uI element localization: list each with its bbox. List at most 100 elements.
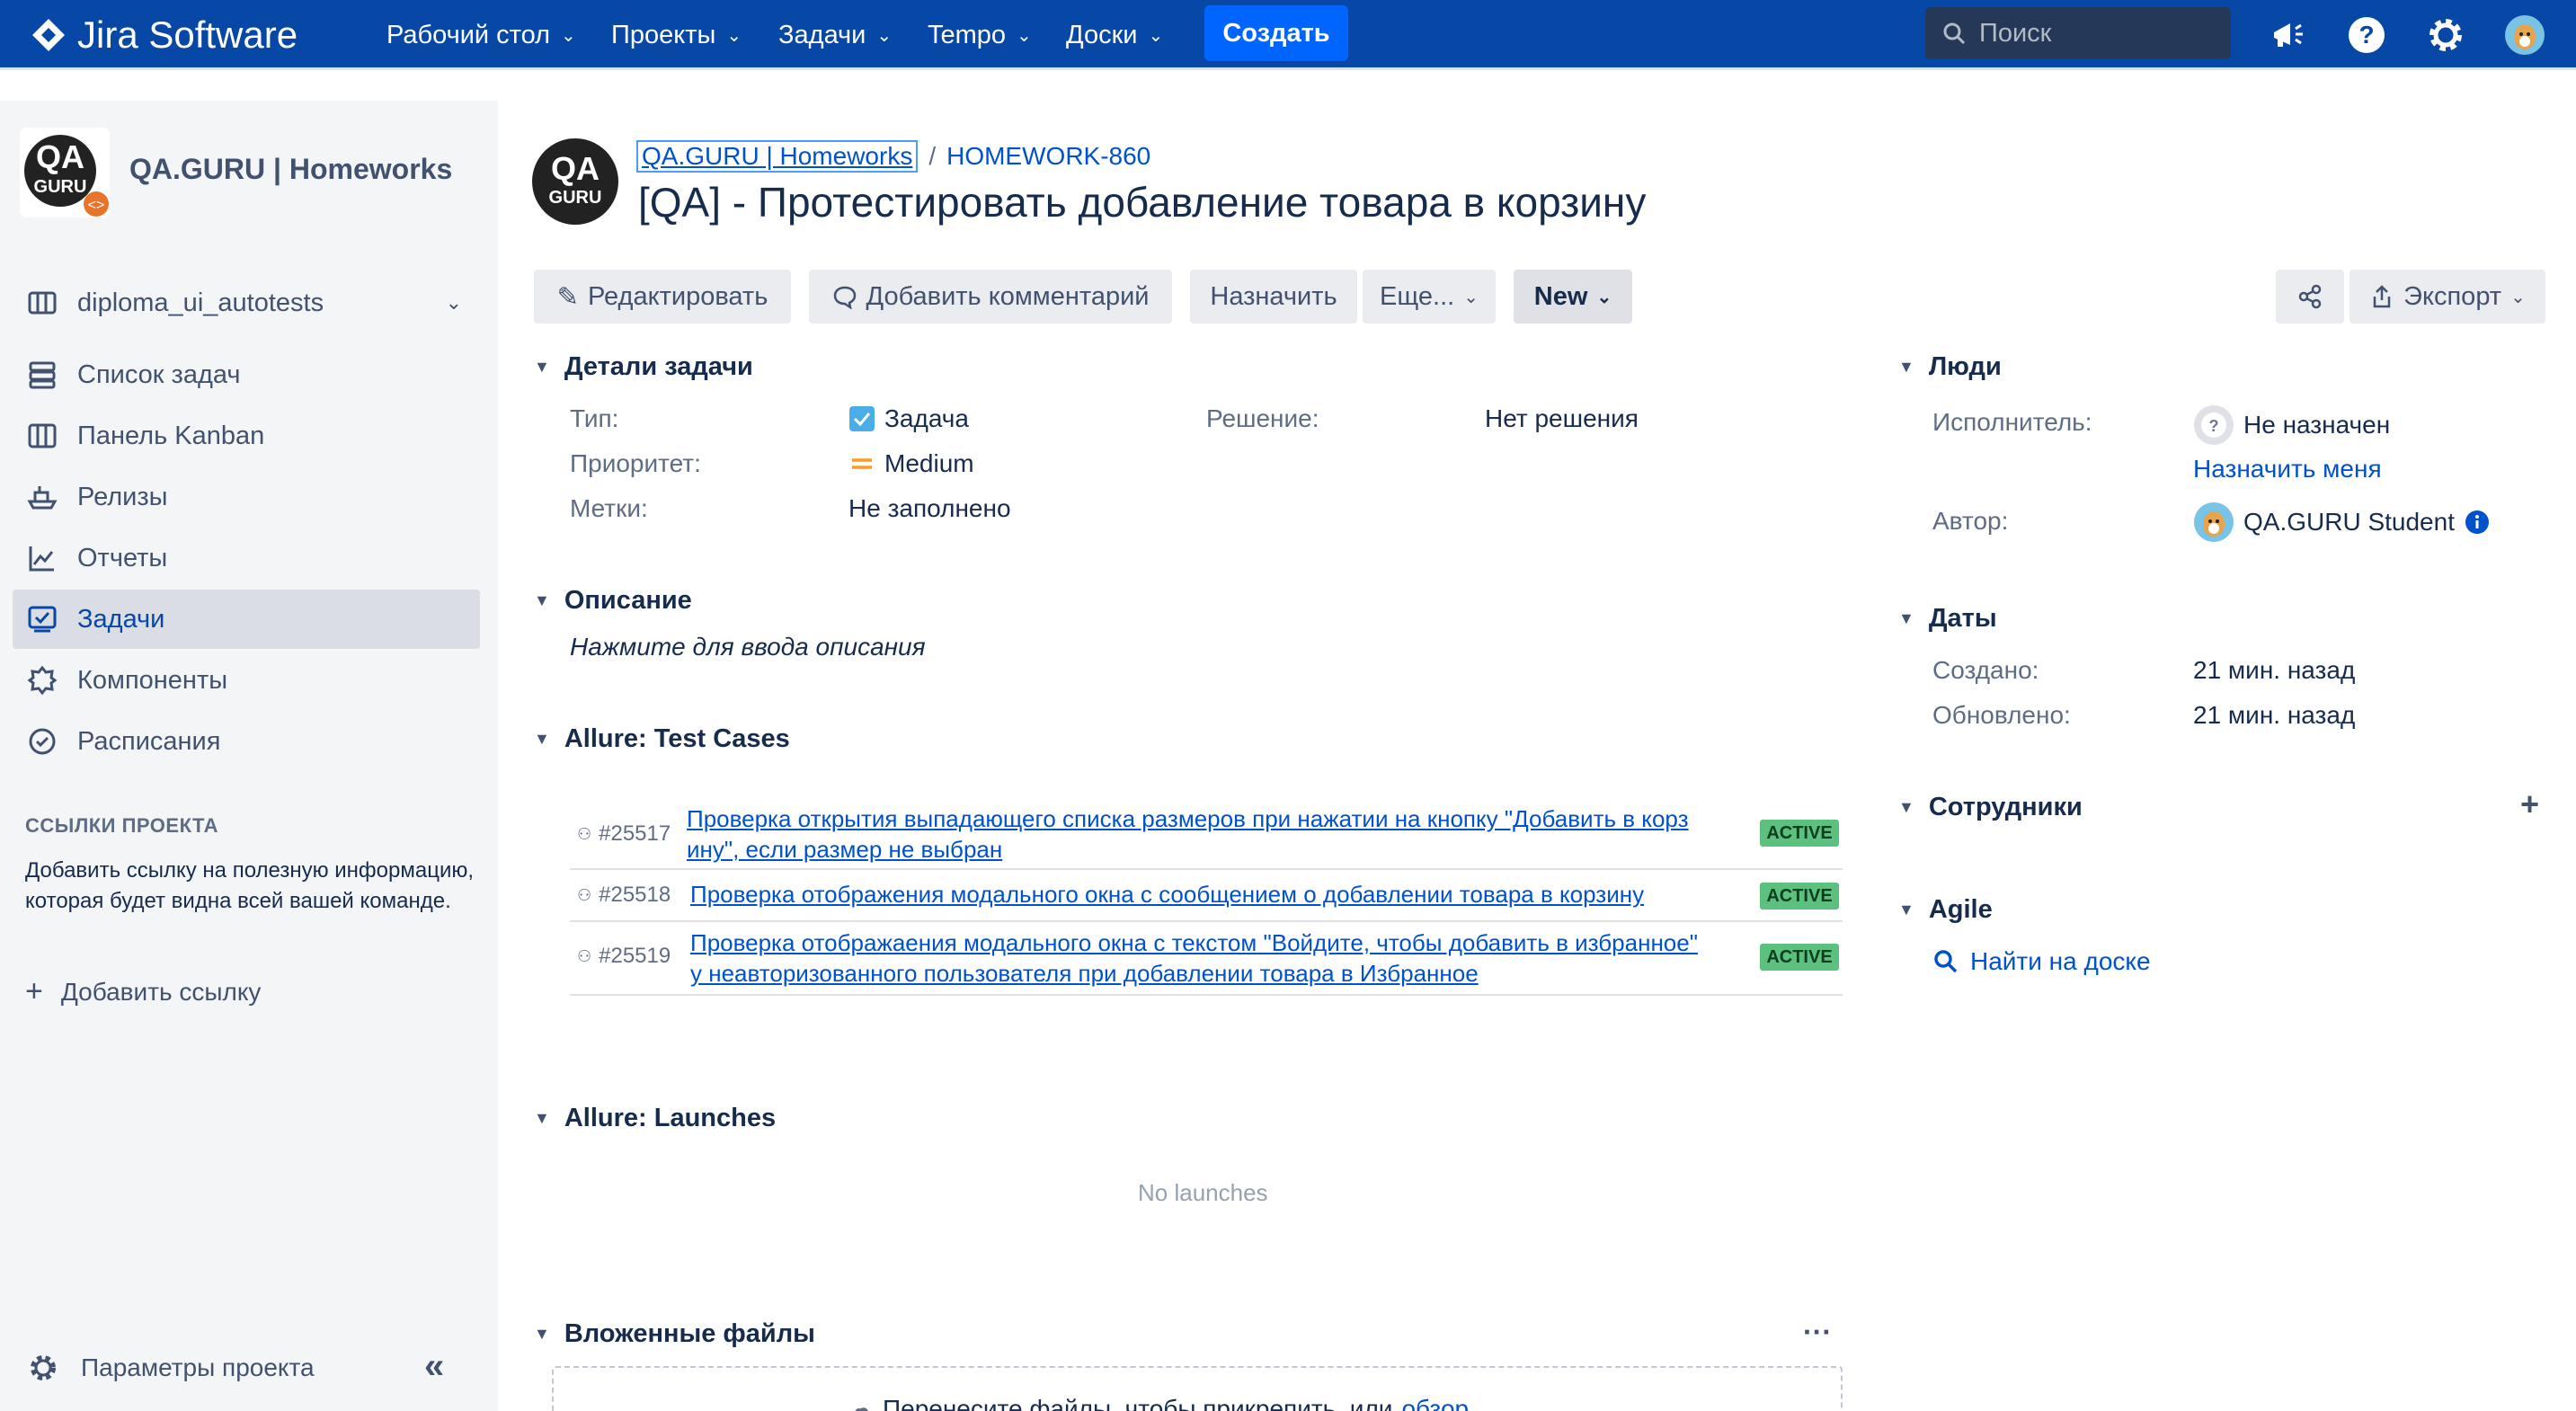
- attachments-section-header[interactable]: ▼ Вложенные файлы: [534, 1319, 815, 1349]
- more-actions-button[interactable]: Еще... ⌄: [1363, 270, 1496, 324]
- description-field[interactable]: Нажмите для ввода описания: [570, 633, 926, 661]
- sidebar-item-components[interactable]: Компоненты: [13, 651, 480, 710]
- description-section-header[interactable]: ▼ Описание: [534, 586, 692, 616]
- search-input[interactable]: Поиск: [1925, 7, 2231, 59]
- issue-title[interactable]: [QA] - Протестировать добавление товара …: [638, 178, 1646, 226]
- resolution-value: Нет решения: [1485, 404, 1639, 432]
- issues-icon: [28, 606, 57, 633]
- add-link-button[interactable]: + Добавить ссылку: [25, 974, 261, 1009]
- jira-logo[interactable]: Jira Software: [31, 13, 298, 58]
- svg-text:?: ?: [2358, 21, 2374, 49]
- add-staff-plus-icon[interactable]: +: [2520, 785, 2539, 823]
- sidebar-item-backlog[interactable]: Список задач: [13, 345, 480, 404]
- testcase-link[interactable]: Проверка открытия выпадающего списка раз…: [687, 803, 1689, 865]
- chevron-down-icon: ▼: [534, 730, 550, 748]
- export-button[interactable]: Экспорт ⌄: [2349, 270, 2545, 324]
- task-checkbox-icon: [849, 406, 875, 431]
- resolution-label: Решение:: [1206, 404, 1319, 432]
- breadcrumb-project-link[interactable]: QA.GURU | Homeworks: [636, 140, 919, 173]
- schedule-icon: [29, 728, 56, 755]
- priority-value[interactable]: Medium: [848, 449, 974, 478]
- user-avatar[interactable]: [2502, 13, 2547, 58]
- find-on-board-label: Найти на доске: [1970, 947, 2151, 975]
- updated-value: 21 мин. назад: [2193, 701, 2356, 729]
- collapse-sidebar-icon[interactable]: «: [424, 1346, 444, 1387]
- person-icon: ⚇: [577, 824, 592, 843]
- testcase-link-line: у неавторизованного пользователя при доб…: [690, 960, 1479, 987]
- assign-button[interactable]: Назначить: [1190, 270, 1357, 324]
- svg-text:?: ?: [2209, 417, 2219, 435]
- testcase-id-text: #25518: [599, 883, 671, 907]
- unassigned-avatar-icon: ?: [2194, 405, 2234, 445]
- reporter-avatar: [2194, 502, 2234, 542]
- staff-section-header[interactable]: ▼ Сотрудники: [1898, 793, 2083, 822]
- project-avatar[interactable]: QA GURU <>: [20, 128, 110, 217]
- reporter-value[interactable]: QA.GURU Student: [2193, 501, 2491, 543]
- sidebar-item-releases[interactable]: Релизы: [13, 467, 480, 527]
- sidebar-item-label: Расписания: [77, 726, 221, 756]
- sidebar-item-schedules[interactable]: Расписания: [13, 712, 480, 771]
- board-switcher[interactable]: diploma_ui_autotests ⌄: [13, 273, 480, 333]
- testcase-id-text: #25517: [599, 821, 671, 846]
- jira-diamond-icon: [32, 19, 65, 51]
- nav-dashboard[interactable]: Рабочий стол ⌄: [386, 18, 576, 52]
- backlog-icon: [29, 361, 56, 389]
- allure-testcases-section-header[interactable]: ▼ Allure: Test Cases: [534, 724, 790, 754]
- svg-text:GURU: GURU: [34, 177, 87, 197]
- more-options-icon[interactable]: ···: [1803, 1316, 1832, 1349]
- details-section-header[interactable]: ▼ Детали задачи: [534, 352, 753, 382]
- testcase-link-line: Проверка отображения модального окна с с…: [690, 881, 1645, 908]
- help-icon[interactable]: ?: [2344, 13, 2389, 58]
- assign-to-me-link[interactable]: Назначить меня: [2193, 455, 2382, 484]
- testcase-link[interactable]: Проверка отображаения модального окна с …: [690, 927, 1698, 989]
- assignee-value[interactable]: ? Не назначен: [2193, 404, 2390, 446]
- testcase-link[interactable]: Проверка отображения модального окна с с…: [690, 879, 1644, 910]
- svg-text:<>: <>: [88, 198, 105, 213]
- create-button[interactable]: Создать: [1204, 5, 1348, 61]
- share-button[interactable]: [2276, 270, 2344, 324]
- notifications-icon[interactable]: [2265, 13, 2310, 58]
- chevron-down-icon: ▼: [1898, 901, 1914, 918]
- chevron-down-icon: ⌄: [726, 25, 742, 46]
- attachment-dropzone[interactable]: ☁ Перенесите файлы, чтобы прикрепить, ил…: [552, 1366, 1843, 1411]
- chevron-down-icon: ▼: [1898, 798, 1914, 816]
- testcase-link-line: ину", если размер не выбран: [687, 836, 1003, 863]
- sidebar-item-reports[interactable]: Отчеты: [13, 528, 480, 588]
- cloud-upload-icon: ☁: [847, 1394, 874, 1411]
- sidebar-item-kanban[interactable]: Панель Kanban: [13, 406, 480, 466]
- find-on-board-link[interactable]: Найти на доске: [1932, 947, 2151, 976]
- agile-section-header[interactable]: ▼ Agile: [1898, 895, 1993, 925]
- nav-issues[interactable]: Задачи ⌄: [778, 18, 892, 52]
- project-name[interactable]: QA.GURU | Homeworks: [129, 153, 452, 186]
- chevron-down-icon: ⌄: [1463, 287, 1479, 307]
- nav-tempo[interactable]: Tempo ⌄: [928, 18, 1032, 52]
- table-row: ⚇ #25519 Проверка отображаения модальног…: [570, 922, 1843, 996]
- add-comment-button[interactable]: Добавить комментарий: [809, 270, 1172, 324]
- project-links-heading: ССЫЛКИ ПРОЕКТА: [25, 814, 219, 837]
- project-links-description: Добавить ссылку на полезную информацию, …: [25, 858, 475, 913]
- export-icon: [2373, 285, 2391, 308]
- browse-link[interactable]: обзор: [1401, 1395, 1469, 1411]
- nav-boards[interactable]: Доски ⌄: [1066, 18, 1163, 52]
- labels-value[interactable]: Не заполнено: [848, 494, 1011, 523]
- created-value: 21 мин. назад: [2193, 656, 2356, 684]
- add-link-label: Добавить ссылку: [60, 977, 262, 1006]
- type-value[interactable]: Задача: [848, 404, 969, 433]
- priority-medium-icon: [852, 458, 872, 469]
- edit-button[interactable]: ✎ Редактировать: [534, 270, 791, 324]
- sidebar-item-label: Релизы: [77, 482, 168, 511]
- nav-projects[interactable]: Проекты ⌄: [611, 18, 742, 52]
- project-settings-link[interactable]: Параметры проекта: [27, 1352, 315, 1384]
- allure-launches-section-header[interactable]: ▼ Allure: Launches: [534, 1104, 776, 1133]
- sidebar-item-issues[interactable]: Задачи: [13, 590, 480, 649]
- chevron-down-icon: ⌄: [445, 291, 462, 314]
- dates-section-header[interactable]: ▼ Даты: [1898, 604, 1997, 634]
- status-button[interactable]: New ⌄: [1514, 270, 1632, 324]
- testcase-id-text: #25519: [599, 944, 671, 968]
- agile-heading: Agile: [1928, 895, 1993, 924]
- breadcrumb-issue-key[interactable]: HOMEWORK-860: [946, 142, 1150, 171]
- settings-gear-icon[interactable]: [2423, 13, 2468, 58]
- info-icon[interactable]: [2464, 509, 2491, 536]
- people-section-header[interactable]: ▼ Люди: [1898, 352, 2002, 382]
- created-label: Создано:: [1932, 656, 2039, 684]
